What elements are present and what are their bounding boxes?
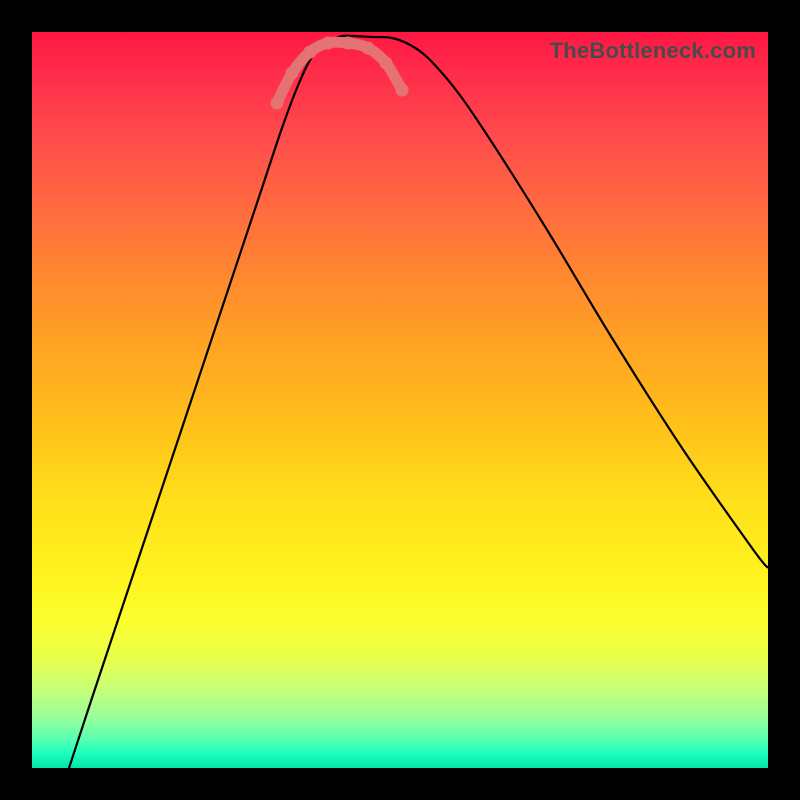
bracket-dot [286, 67, 298, 79]
series-layer [69, 36, 768, 768]
bracket-dot [380, 57, 392, 69]
chart-svg [32, 32, 768, 768]
chart-frame: TheBottleneck.com [0, 0, 800, 800]
bracket-dot [362, 42, 374, 54]
bracket-dot [304, 46, 316, 58]
series-black-curve [69, 36, 768, 768]
bracket-dot [322, 37, 334, 49]
bracket-dot [342, 37, 354, 49]
bracket-dot [396, 84, 408, 96]
plot-area: TheBottleneck.com [32, 32, 768, 768]
bracket-dot [271, 97, 283, 109]
